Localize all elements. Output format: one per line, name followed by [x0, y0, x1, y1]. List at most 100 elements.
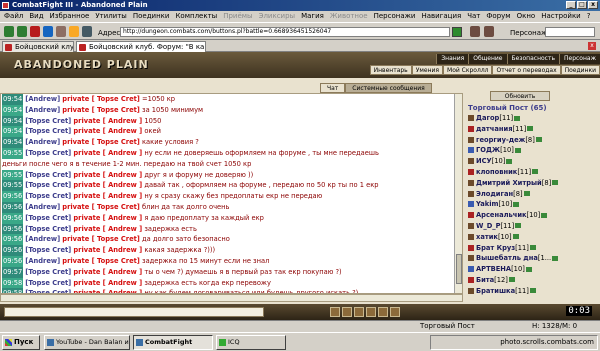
online-player[interactable]: Брат Круз[11]: [466, 243, 600, 254]
message-time[interactable]: 09:56: [2, 212, 24, 224]
menu-item[interactable]: Навигация: [421, 11, 461, 22]
message-recipient[interactable]: private [ Topse Cret]: [62, 235, 140, 243]
player-name[interactable]: Братишка: [476, 287, 515, 295]
favorites-icon[interactable]: [69, 26, 79, 37]
player-name[interactable]: хатик: [476, 233, 498, 241]
info-icon[interactable]: [532, 169, 539, 175]
message-recipient[interactable]: private [ Andrew ]: [73, 171, 142, 179]
refresh-button[interactable]: Обновить: [490, 91, 550, 101]
player-name[interactable]: ГОДЖ: [476, 146, 500, 154]
menu-item[interactable]: Животное: [330, 11, 368, 22]
game-nav-item[interactable]: Умения: [411, 65, 444, 75]
menu-item[interactable]: Утилиты: [95, 11, 127, 22]
smile-icon[interactable]: [330, 307, 340, 317]
player-name[interactable]: Yakim: [476, 200, 498, 208]
chat-horizontal-scrollbar[interactable]: [0, 294, 463, 302]
online-player[interactable]: Дмитрий Хитрый[8]: [466, 178, 600, 189]
online-player[interactable]: Вышебатль дна[1...: [466, 253, 600, 264]
message-sender[interactable]: [Topse Cret]: [25, 279, 71, 287]
message-sender[interactable]: [Topse Cret]: [25, 268, 71, 276]
menu-item[interactable]: Форум: [486, 11, 510, 22]
message-recipient[interactable]: private [ Topse Cret]: [62, 203, 140, 211]
message-sender[interactable]: [Topse Cret]: [25, 246, 71, 254]
tool-icon-2[interactable]: [484, 26, 494, 37]
tab-chat[interactable]: Чат: [320, 83, 346, 93]
message-sender[interactable]: [Andrew]: [25, 257, 60, 265]
online-player[interactable]: георгиу-деж[8]: [466, 135, 600, 146]
message-time[interactable]: 09:54: [2, 126, 24, 138]
home-icon[interactable]: [56, 26, 66, 37]
info-icon[interactable]: [514, 147, 521, 153]
close-button[interactable]: x: [588, 1, 598, 9]
online-player[interactable]: АРТВЕНА[10]: [466, 264, 600, 275]
info-icon[interactable]: [541, 212, 548, 218]
player-name[interactable]: ИСУ: [476, 157, 492, 165]
menu-item[interactable]: Приёмы: [223, 11, 252, 22]
stop-icon[interactable]: [30, 26, 40, 37]
maximize-button[interactable]: □: [577, 1, 587, 9]
minimize-button[interactable]: _: [566, 1, 576, 9]
player-name[interactable]: Брат Круз: [476, 244, 515, 252]
message-time[interactable]: 09:54: [2, 104, 24, 116]
message-sender[interactable]: [Topse Cret]: [25, 214, 71, 222]
message-time[interactable]: 09:54: [2, 94, 24, 105]
info-icon[interactable]: [508, 277, 515, 283]
menu-item[interactable]: Персонажи: [374, 11, 416, 22]
message-time[interactable]: 09:57: [2, 266, 24, 278]
message-sender[interactable]: [Topse Cret]: [25, 171, 71, 179]
message-recipient[interactable]: private [ Andrew ]: [73, 149, 142, 157]
player-name[interactable]: W_D_P: [476, 222, 501, 230]
info-icon[interactable]: [527, 126, 534, 132]
tool-icon[interactable]: [470, 26, 480, 37]
task-combatfight[interactable]: CombatFight: [133, 335, 213, 350]
player-name[interactable]: АРТВЕНА: [476, 265, 511, 273]
player-name[interactable]: датчания: [476, 125, 513, 133]
message-recipient[interactable]: private [ Topse Cret]: [62, 257, 140, 265]
tab-forum[interactable]: Бойцовский клуб. Форум: "В каком м...: [76, 41, 206, 52]
info-icon[interactable]: [514, 115, 521, 121]
message-recipient[interactable]: private [ Topse Cret]: [62, 95, 140, 103]
message-time[interactable]: 09:56: [2, 245, 24, 256]
info-icon[interactable]: [523, 191, 530, 197]
menu-item[interactable]: Чат: [467, 11, 480, 22]
info-icon[interactable]: [515, 223, 522, 229]
online-player[interactable]: Арсенальчик[10]: [466, 210, 600, 221]
message-recipient[interactable]: private [ Topse Cret]: [62, 138, 140, 146]
game-nav-item[interactable]: Безопасность: [506, 54, 559, 64]
message-recipient[interactable]: private [ Andrew ]: [73, 246, 142, 254]
game-nav-item[interactable]: Знания: [436, 54, 469, 64]
address-input[interactable]: http://dungeon.combats.com/buttons.pl?ba…: [120, 27, 450, 37]
info-icon[interactable]: [525, 266, 532, 272]
message-time[interactable]: 09:56: [2, 255, 24, 267]
menu-item[interactable]: Поединки: [133, 11, 170, 22]
player-name[interactable]: Дмитрий Хитрый: [476, 179, 542, 187]
menu-item[interactable]: Файл: [4, 11, 23, 22]
message-recipient[interactable]: private [ Andrew ]: [73, 127, 142, 135]
online-player[interactable]: ГОДЖ[10]: [466, 145, 600, 156]
message-recipient[interactable]: private [ Andrew ]: [73, 225, 142, 233]
message-sender[interactable]: [Topse Cret]: [25, 127, 71, 135]
online-player[interactable]: датчания[11]: [466, 124, 600, 135]
message-time[interactable]: 09:56: [2, 191, 24, 202]
player-name[interactable]: Арсенальчик: [476, 211, 527, 219]
message-time[interactable]: 09:55: [2, 180, 24, 192]
menu-item[interactable]: Избранное: [50, 11, 90, 22]
player-name[interactable]: Элодиган: [476, 190, 513, 198]
menu-item[interactable]: ?: [587, 11, 591, 22]
print-icon[interactable]: [82, 26, 92, 37]
filter-icon[interactable]: [342, 307, 352, 317]
player-name[interactable]: Вышебатль дна: [476, 254, 538, 262]
refresh-icon[interactable]: [43, 26, 53, 37]
player-name[interactable]: Дагор: [476, 114, 499, 122]
message-sender[interactable]: [Topse Cret]: [25, 225, 71, 233]
message-recipient[interactable]: private [ Andrew ]: [73, 117, 142, 125]
info-icon[interactable]: [513, 201, 520, 207]
start-button[interactable]: Пуск: [2, 335, 40, 350]
online-player[interactable]: Бита[12]: [466, 275, 600, 286]
info-icon[interactable]: [506, 158, 513, 164]
tab-combats-club[interactable]: Бойцовский клуб: [2, 41, 74, 52]
translit-icon[interactable]: [378, 307, 388, 317]
info-icon[interactable]: [529, 288, 536, 294]
info-icon[interactable]: [552, 255, 559, 261]
forward-icon[interactable]: [17, 26, 27, 37]
